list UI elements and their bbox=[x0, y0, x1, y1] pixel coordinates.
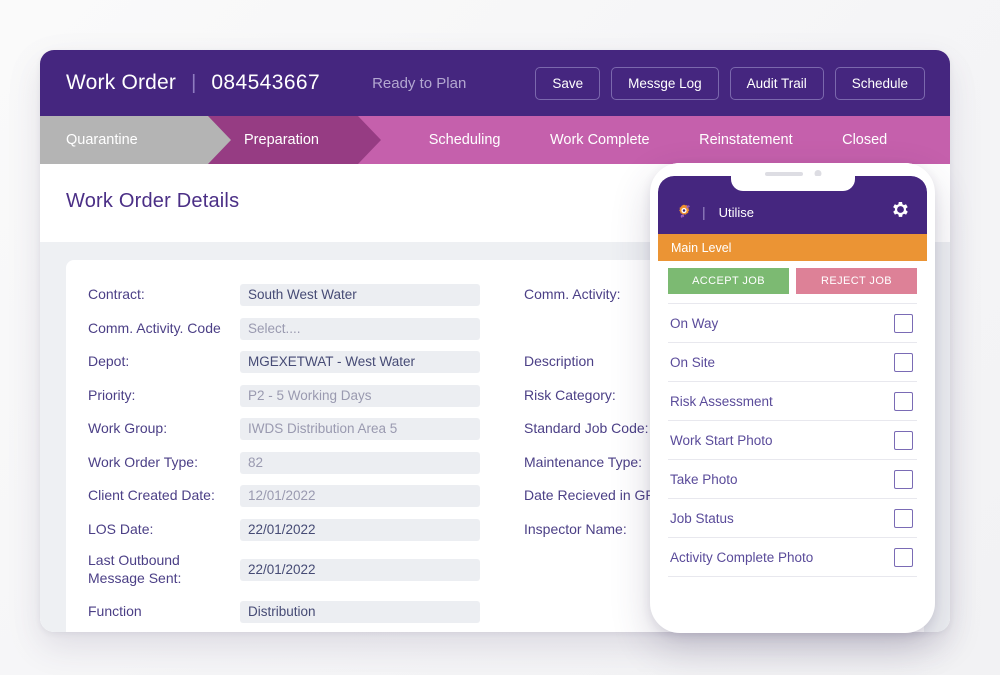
title-divider: | bbox=[191, 71, 197, 94]
field-label: Date Recieved in GP: bbox=[524, 487, 659, 504]
field-work-group: Work Group: IWDS Distribution Area 5 bbox=[88, 418, 480, 440]
field-label: Last Outbound Message Sent: bbox=[88, 552, 182, 586]
mobile-app-header: | Utilise bbox=[658, 176, 927, 234]
field-comm-activity-code: Comm. Activity. Code Select.... bbox=[88, 317, 480, 340]
form-column-left: Contract: South West Water Comm. Activit… bbox=[88, 284, 480, 632]
field-value-work-group[interactable]: IWDS Distribution Area 5 bbox=[240, 418, 480, 440]
field-label: Comm. Activity. Code bbox=[88, 319, 221, 336]
checkbox-activity-complete-photo[interactable] bbox=[894, 547, 913, 567]
field-label: Depot: bbox=[88, 353, 130, 370]
checklist-label: Work Start Photo bbox=[670, 432, 773, 448]
mobile-content: ACCEPT JOB REJECT JOB On Way On Site Ris… bbox=[658, 261, 927, 613]
field-value-work-order-type[interactable]: 82 bbox=[240, 451, 480, 474]
list-item[interactable]: Activity Complete Photo bbox=[668, 537, 917, 576]
schedule-button[interactable]: Schedule bbox=[834, 66, 925, 100]
step-closed[interactable]: Closed bbox=[842, 132, 887, 148]
field-value-depot[interactable]: MGEXETWAT - West Water bbox=[240, 351, 480, 373]
step-preparation-label: Preparation bbox=[244, 132, 319, 148]
save-button[interactable]: Save bbox=[535, 66, 601, 100]
field-value-comm-activity-code[interactable]: Select.... bbox=[240, 317, 480, 340]
list-item[interactable]: Work Start Photo bbox=[668, 420, 917, 459]
field-label: Work Order Type: bbox=[88, 453, 198, 470]
list-item[interactable]: On Way bbox=[668, 303, 917, 342]
level-bar: Main Level bbox=[658, 234, 927, 261]
step-quarantine-label: Quarantine bbox=[66, 132, 138, 148]
field-function: Function Distribution bbox=[88, 601, 480, 623]
reject-job-button[interactable]: REJECT JOB bbox=[796, 268, 917, 294]
field-label: Comm. Activity: bbox=[524, 286, 621, 303]
step-scheduling[interactable]: Scheduling bbox=[429, 132, 501, 148]
field-value-client-created-date[interactable]: 12/01/2022 bbox=[240, 485, 480, 507]
field-los-date: LOS Date: 22/01/2022 bbox=[88, 518, 480, 541]
field-label: Work Group: bbox=[88, 420, 168, 437]
checklist-label: Activity Complete Photo bbox=[670, 549, 814, 565]
status-badge: Ready to Plan bbox=[372, 74, 467, 92]
field-value-function[interactable]: Distribution bbox=[240, 601, 480, 623]
checklist-label: Risk Assessment bbox=[670, 393, 773, 409]
field-label: Standard Job Code: bbox=[524, 420, 649, 437]
field-label: Priority: bbox=[88, 386, 136, 403]
field-depot: Depot: MGEXETWAT - West Water bbox=[88, 351, 480, 373]
checklist-label: On Site bbox=[670, 354, 716, 370]
gear-icon[interactable] bbox=[890, 199, 911, 225]
step-arrow-icon bbox=[208, 116, 231, 164]
checkbox-risk-assessment[interactable] bbox=[894, 391, 913, 411]
field-priority: Priority: P2 - 5 Working Days bbox=[88, 384, 480, 407]
checklist-label: Take Photo bbox=[670, 471, 738, 487]
field-label: Function bbox=[88, 603, 142, 620]
field-last-outbound-message-sent: Last Outbound Message Sent: 22/01/2022 bbox=[88, 552, 480, 587]
checkbox-on-site[interactable] bbox=[894, 352, 913, 372]
list-item[interactable]: Job Status bbox=[668, 498, 917, 537]
stepper-remaining: Scheduling Work Complete Reinstatement C… bbox=[358, 116, 950, 164]
field-label: Risk Category: bbox=[524, 386, 616, 403]
list-end-spacer bbox=[668, 576, 917, 612]
field-label: Description bbox=[524, 353, 595, 370]
checklist-label: Job Status bbox=[670, 510, 734, 526]
audit-trail-button[interactable]: Audit Trail bbox=[729, 66, 824, 100]
checkbox-job-status[interactable] bbox=[894, 508, 913, 528]
window-header: Work Order | 084543667 Ready to Plan Sav… bbox=[40, 50, 950, 116]
field-value-priority[interactable]: P2 - 5 Working Days bbox=[240, 384, 480, 407]
workflow-stepper: Quarantine Preparation Scheduling Work C… bbox=[40, 116, 950, 164]
step-reinstatement[interactable]: Reinstatement bbox=[699, 132, 793, 148]
field-value-last-outbound-message-sent[interactable]: 22/01/2022 bbox=[240, 558, 480, 581]
app-brand-name: Utilise bbox=[718, 204, 755, 220]
list-item[interactable]: Risk Assessment bbox=[668, 381, 917, 420]
field-label: Inspector Name: bbox=[524, 520, 627, 537]
field-value-contract[interactable]: South West Water bbox=[240, 284, 480, 306]
checklist-label: On Way bbox=[670, 315, 719, 331]
step-arrow-icon bbox=[358, 116, 381, 164]
checkbox-work-start-photo[interactable] bbox=[894, 430, 913, 450]
logo-divider: | bbox=[702, 204, 706, 220]
field-label: Maintenance Type: bbox=[524, 453, 643, 470]
field-label: Client Created Date: bbox=[88, 487, 215, 504]
header-actions: Save Messge Log Audit Trail Schedule bbox=[535, 66, 925, 100]
utilise-logo-icon bbox=[674, 202, 694, 222]
checkbox-take-photo[interactable] bbox=[894, 469, 913, 489]
step-work-complete[interactable]: Work Complete bbox=[550, 132, 650, 148]
step-quarantine[interactable]: Quarantine bbox=[40, 116, 231, 164]
display-notch bbox=[730, 176, 855, 191]
screenshot-root: Work Order | 084543667 Ready to Plan Sav… bbox=[0, 0, 1000, 675]
message-log-button[interactable]: Messge Log bbox=[611, 66, 719, 100]
list-item[interactable]: Take Photo bbox=[668, 459, 917, 498]
accept-job-button[interactable]: ACCEPT JOB bbox=[668, 268, 789, 294]
page-title: Work Order bbox=[66, 71, 177, 94]
list-item[interactable]: On Site bbox=[668, 342, 917, 381]
field-client-created-date: Client Created Date: 12/01/2022 bbox=[88, 485, 480, 507]
job-action-buttons: ACCEPT JOB REJECT JOB bbox=[668, 268, 917, 294]
mobile-screen: | Utilise Main Level ACCEPT JOB REJECT J… bbox=[658, 176, 927, 613]
checkbox-on-way[interactable] bbox=[894, 313, 913, 333]
field-contract: Contract: South West Water bbox=[88, 284, 480, 306]
mobile-device-mockup: | Utilise Main Level ACCEPT JOB REJECT J… bbox=[650, 163, 935, 633]
field-label: LOS Date: bbox=[88, 520, 154, 537]
work-order-number: 084543667 bbox=[211, 71, 321, 94]
field-value-los-date[interactable]: 22/01/2022 bbox=[240, 518, 480, 541]
field-work-order-type: Work Order Type: 82 bbox=[88, 451, 480, 474]
field-label: Contract: bbox=[88, 286, 145, 303]
